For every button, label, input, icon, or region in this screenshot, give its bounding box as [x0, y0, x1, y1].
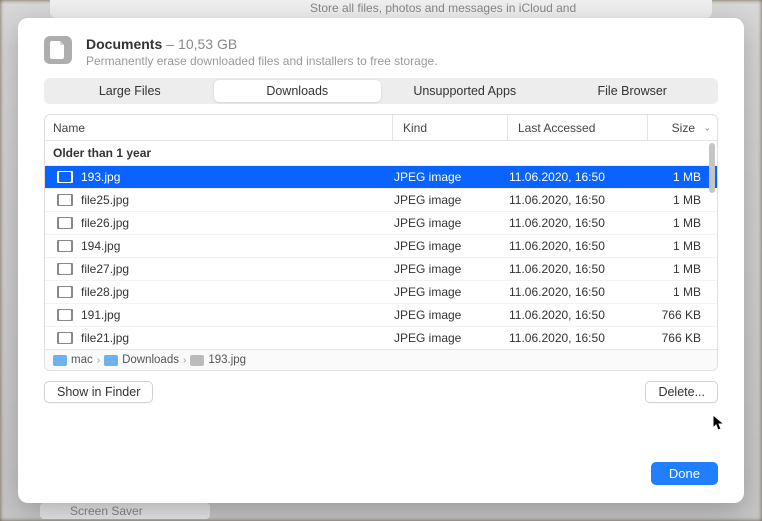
column-size-label: Size	[672, 121, 695, 135]
file-kind: JPEG image	[392, 262, 507, 276]
delete-button[interactable]: Delete...	[645, 381, 718, 403]
table-row[interactable]: 191.jpg JPEG image11.06.2020, 16:50766 KB	[45, 304, 717, 327]
tab-file-browser[interactable]: File Browser	[549, 80, 717, 102]
file-date: 11.06.2020, 16:50	[507, 331, 647, 345]
breadcrumb-item[interactable]: 193.jpg	[208, 354, 246, 366]
file-size: 1 MB	[647, 193, 717, 207]
tab-bar: Large FilesDownloadsUnsupported AppsFile…	[44, 78, 718, 104]
file-name: file21.jpg	[81, 331, 129, 345]
table-row[interactable]: file28.jpg JPEG image11.06.2020, 16:501 M…	[45, 281, 717, 304]
file-name: file27.jpg	[81, 262, 129, 276]
jpeg-icon	[57, 263, 73, 275]
jpeg-icon	[57, 171, 73, 183]
file-icon	[190, 355, 204, 366]
file-name: file28.jpg	[81, 285, 129, 299]
file-name: file25.jpg	[81, 193, 129, 207]
table-row[interactable]: file21.jpg JPEG image11.06.2020, 16:50766…	[45, 327, 717, 349]
chevron-right-icon: ›	[183, 355, 186, 366]
tab-large-files[interactable]: Large Files	[46, 80, 214, 102]
breadcrumb: mac › Downloads › 193.jpg	[45, 349, 717, 370]
column-size[interactable]: Size ⌄	[647, 115, 717, 140]
breadcrumb-item[interactable]: mac	[71, 354, 93, 366]
table-header: Name Kind Last Accessed Size ⌄	[45, 115, 717, 141]
file-size: 766 KB	[647, 331, 717, 345]
jpeg-icon	[57, 194, 73, 206]
column-last-accessed[interactable]: Last Accessed	[507, 115, 647, 140]
file-size: 766 KB	[647, 308, 717, 322]
breadcrumb-item[interactable]: Downloads	[122, 354, 179, 366]
file-name: file26.jpg	[81, 216, 129, 230]
file-kind: JPEG image	[392, 239, 507, 253]
file-size: 1 MB	[647, 262, 717, 276]
file-date: 11.06.2020, 16:50	[507, 239, 647, 253]
dialog-title: Documents	[86, 36, 162, 52]
file-size: 1 MB	[647, 239, 717, 253]
file-size: 1 MB	[647, 285, 717, 299]
action-row: Show in Finder Delete...	[18, 371, 744, 403]
jpeg-icon	[57, 240, 73, 252]
file-size: 1 MB	[647, 170, 717, 184]
file-table: Name Kind Last Accessed Size ⌄ Older tha…	[44, 114, 718, 371]
chevron-right-icon: ›	[97, 355, 100, 366]
background-hint-top: Store all files, photos and messages in …	[50, 0, 712, 18]
documents-icon	[44, 36, 72, 64]
group-header: Older than 1 year	[45, 141, 717, 166]
dialog-footer: Done	[18, 448, 744, 503]
table-row[interactable]: 193.jpg JPEG image11.06.2020, 16:501 MB	[45, 166, 717, 189]
table-row[interactable]: file27.jpg JPEG image11.06.2020, 16:501 M…	[45, 258, 717, 281]
dialog-subtitle: Permanently erase downloaded files and i…	[86, 54, 718, 68]
dialog-title-row: Documents–10,53 GB	[86, 36, 718, 52]
disk-icon	[53, 355, 67, 366]
file-size: 1 MB	[647, 216, 717, 230]
done-button[interactable]: Done	[651, 462, 718, 485]
storage-documents-dialog: Documents–10,53 GB Permanently erase dow…	[18, 18, 744, 503]
jpeg-icon	[57, 217, 73, 229]
jpeg-icon	[57, 332, 73, 344]
jpeg-icon	[57, 309, 73, 321]
file-kind: JPEG image	[392, 308, 507, 322]
file-name: 194.jpg	[81, 239, 120, 253]
file-date: 11.06.2020, 16:50	[507, 285, 647, 299]
tab-downloads[interactable]: Downloads	[214, 80, 382, 102]
column-kind[interactable]: Kind	[392, 115, 507, 140]
background-hint-bottom: Screen Saver	[40, 503, 210, 519]
show-in-finder-button[interactable]: Show in Finder	[44, 381, 153, 403]
file-date: 11.06.2020, 16:50	[507, 170, 647, 184]
table-body: Older than 1 year 193.jpgJPEG image11.06…	[45, 141, 717, 349]
column-name[interactable]: Name	[45, 121, 392, 135]
folder-icon	[104, 355, 118, 366]
jpeg-icon	[57, 286, 73, 298]
dialog-header: Documents–10,53 GB Permanently erase dow…	[18, 18, 744, 78]
file-kind: JPEG image	[392, 170, 507, 184]
file-date: 11.06.2020, 16:50	[507, 308, 647, 322]
file-kind: JPEG image	[392, 216, 507, 230]
scrollbar-thumb[interactable]	[709, 143, 715, 193]
chevron-down-icon: ⌄	[703, 122, 711, 133]
file-kind: JPEG image	[392, 193, 507, 207]
file-kind: JPEG image	[392, 285, 507, 299]
file-date: 11.06.2020, 16:50	[507, 262, 647, 276]
table-row[interactable]: 194.jpg JPEG image11.06.2020, 16:501 MB	[45, 235, 717, 258]
dialog-size: 10,53 GB	[178, 36, 237, 52]
file-kind: JPEG image	[392, 331, 507, 345]
file-name: 191.jpg	[81, 308, 120, 322]
file-date: 11.06.2020, 16:50	[507, 216, 647, 230]
table-row[interactable]: file25.jpg JPEG image11.06.2020, 16:501 M…	[45, 189, 717, 212]
table-row[interactable]: file26.jpg JPEG image11.06.2020, 16:501 M…	[45, 212, 717, 235]
file-name: 193.jpg	[81, 170, 120, 184]
tab-unsupported-apps[interactable]: Unsupported Apps	[381, 80, 549, 102]
file-date: 11.06.2020, 16:50	[507, 193, 647, 207]
